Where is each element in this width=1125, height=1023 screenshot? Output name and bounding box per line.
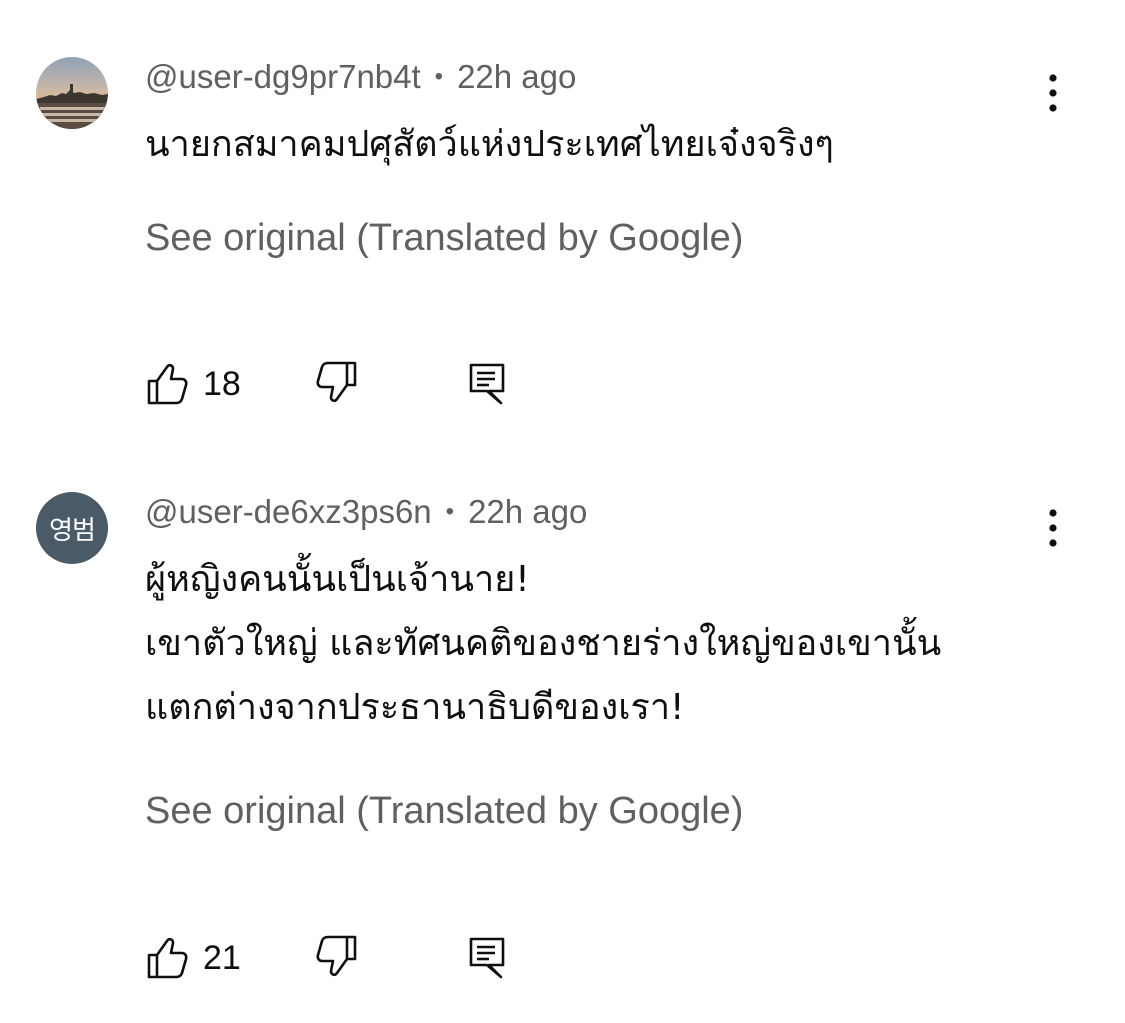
city-skyline-avatar-image (36, 57, 108, 129)
author-name[interactable]: @user-de6xz3ps6n (145, 493, 432, 530)
like-count: 18 (203, 365, 241, 403)
more-vertical-icon (1049, 74, 1057, 112)
comment-time: 22h ago (468, 493, 588, 530)
meta-separator: • (434, 63, 444, 90)
comment-thread-1: @user-dg9pr7nb4t • 22h ago นายกสมาคมปศุสัต… (0, 0, 1125, 440)
comment-text-line: แตกต่างจากประธานาธิบดีของเรา! (145, 687, 685, 728)
avatar[interactable]: 영범 (36, 492, 108, 564)
comment-text-line: ผู้หญิงคนนั้นเป็นเจ้านาย! (145, 559, 530, 600)
comment-meta: @user-de6xz3ps6n • 22h ago (145, 493, 587, 531)
comment-text: นายกสมาคมปศุสัตว์แห่งประเทศไทยเจ๋งจริงๆ (145, 113, 834, 177)
comment-text-line: เขาตัวใหญ่ และทัศนคติของชายร่างใหญ่ของเข… (145, 623, 942, 664)
thumbs-up-icon (147, 937, 188, 979)
author-name[interactable]: @user-dg9pr7nb4t (145, 58, 421, 95)
thumbs-up-icon (147, 363, 188, 405)
reply-comment-icon (469, 937, 505, 979)
thumbs-down-icon (316, 361, 357, 403)
more-vertical-icon (1049, 509, 1057, 547)
more-options-button[interactable] (1040, 508, 1066, 548)
see-original-link[interactable]: See original (Translated by Google) (145, 790, 743, 833)
comment-text: ผู้หญิงคนนั้นเป็นเจ้านาย! เขาตัวใหญ่ และ… (145, 548, 941, 740)
comment-actions: 18 (145, 359, 545, 409)
thumbs-down-icon (316, 935, 357, 977)
comment-meta: @user-dg9pr7nb4t • 22h ago (145, 58, 576, 96)
reply-button[interactable] (467, 359, 507, 407)
comment-time: 22h ago (457, 58, 577, 95)
dislike-button[interactable] (315, 359, 359, 407)
reply-button[interactable] (467, 933, 507, 981)
see-original-link[interactable]: See original (Translated by Google) (145, 217, 743, 260)
avatar-initials: 영범 (49, 515, 96, 546)
comment-text-line: นายกสมาคมปศุสัตว์แห่งประเทศไทยเจ๋งจริงๆ (145, 124, 834, 165)
like-button[interactable] (145, 933, 189, 981)
comment-thread-2: 영범 @user-de6xz3ps6n • 22h ago ผู้หญิงคนนั้… (0, 440, 1125, 1023)
reply-comment-icon (469, 363, 505, 405)
dislike-button[interactable] (315, 933, 359, 981)
more-options-button[interactable] (1040, 73, 1066, 113)
comment-actions: 21 (145, 933, 545, 983)
like-button[interactable] (145, 359, 189, 407)
like-count: 21 (203, 939, 241, 977)
meta-separator: • (445, 498, 455, 525)
avatar[interactable] (36, 57, 108, 129)
